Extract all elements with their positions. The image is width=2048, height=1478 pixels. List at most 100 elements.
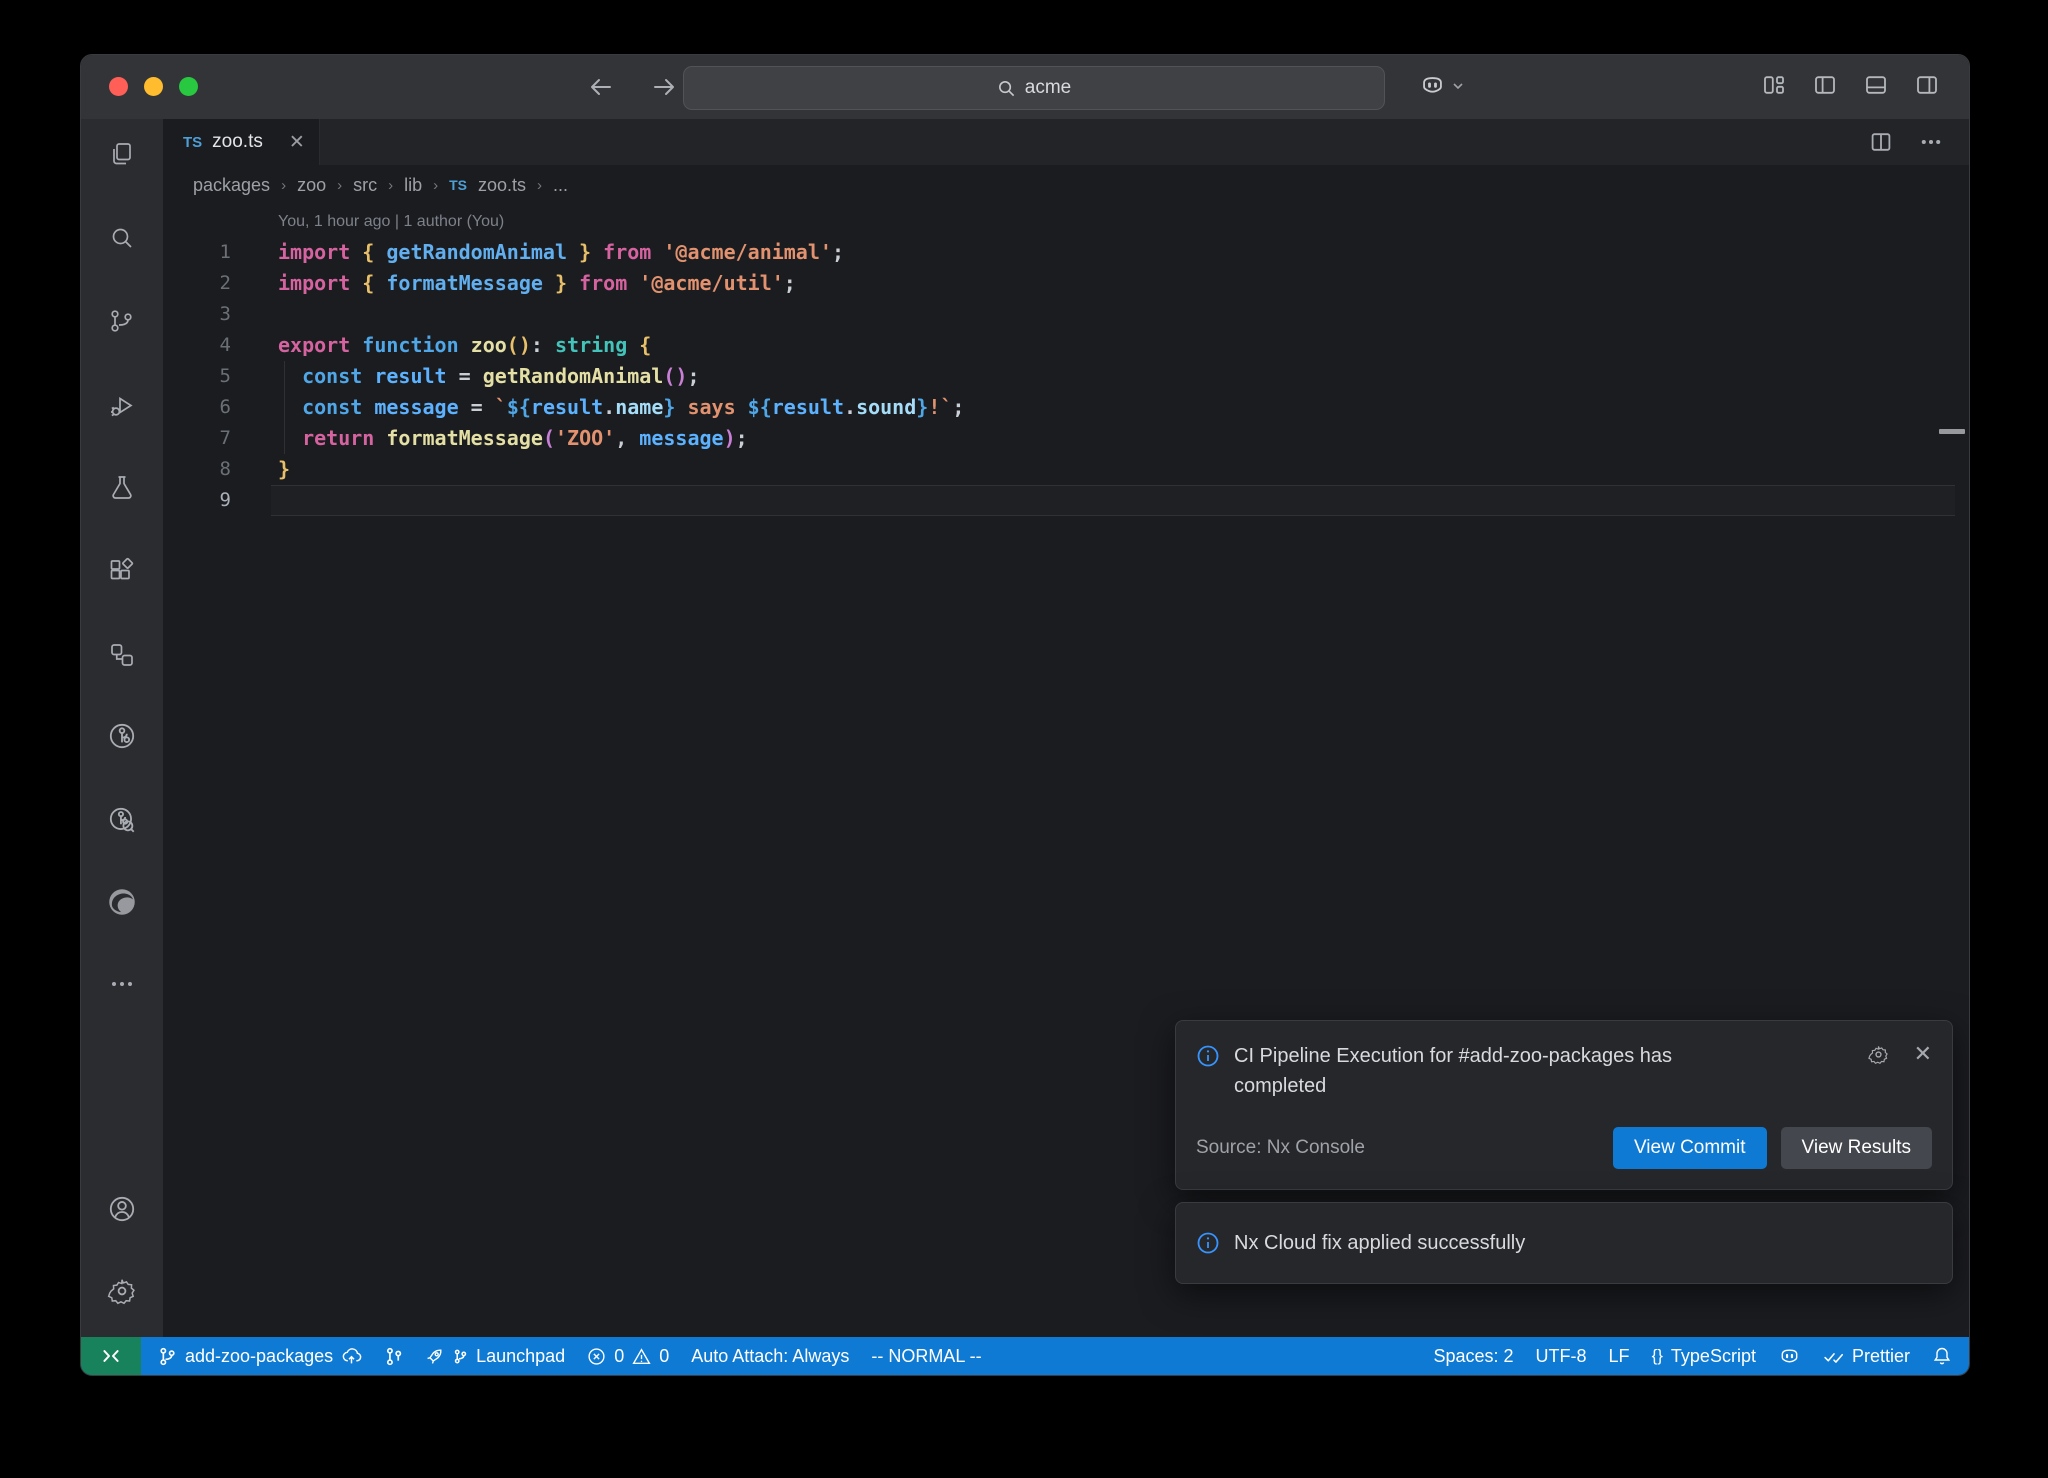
gear-icon[interactable] bbox=[1867, 1043, 1890, 1066]
more-actions-icon[interactable] bbox=[1919, 130, 1943, 154]
git-blame-annotation: You, 1 hour ago | 1 author (You) bbox=[163, 207, 1969, 237]
line-number: 8 bbox=[163, 454, 231, 485]
remote-targets-icon[interactable] bbox=[102, 635, 142, 675]
branch-name: add-zoo-packages bbox=[185, 1346, 333, 1367]
chevron-right-icon: › bbox=[337, 177, 342, 194]
breadcrumb-segment[interactable]: lib bbox=[404, 175, 422, 196]
vim-mode-item[interactable]: -- NORMAL -- bbox=[860, 1337, 992, 1375]
gitlens-inspect-icon[interactable] bbox=[102, 800, 142, 840]
search-icon[interactable] bbox=[102, 219, 142, 259]
back-arrow-icon[interactable] bbox=[586, 72, 616, 102]
main-area: TS zoo.ts ✕ packages › zoo › src › bbox=[81, 119, 1969, 1337]
remote-indicator[interactable] bbox=[81, 1337, 141, 1375]
customize-layout-icon[interactable] bbox=[1762, 73, 1786, 97]
git-branch-icon bbox=[158, 1347, 177, 1366]
info-icon bbox=[1196, 1231, 1220, 1255]
git-commit-graph-icon bbox=[384, 1347, 403, 1366]
testing-icon[interactable] bbox=[102, 468, 142, 508]
chevron-right-icon: › bbox=[281, 177, 286, 194]
git-branch-icon bbox=[453, 1349, 468, 1364]
run-debug-icon[interactable] bbox=[102, 386, 142, 426]
view-commit-button[interactable]: View Commit bbox=[1613, 1127, 1767, 1169]
minimize-window-button[interactable] bbox=[144, 77, 163, 96]
breadcrumb-file[interactable]: zoo.ts bbox=[478, 175, 526, 196]
branch-status-item[interactable]: add-zoo-packages bbox=[147, 1337, 373, 1375]
breadcrumb-segment[interactable]: src bbox=[353, 175, 377, 196]
copilot-status-item[interactable] bbox=[1767, 1337, 1812, 1375]
auto-attach-item[interactable]: Auto Attach: Always bbox=[680, 1337, 860, 1375]
close-icon[interactable]: ✕ bbox=[289, 131, 305, 154]
warning-icon bbox=[632, 1347, 651, 1366]
files-icon[interactable] bbox=[102, 135, 142, 175]
line-number: 5 bbox=[163, 361, 231, 392]
source-control-icon[interactable] bbox=[102, 301, 142, 341]
notification-title: CI Pipeline Execution for #add-zoo-packa… bbox=[1234, 1041, 1754, 1101]
toggle-panel-icon[interactable] bbox=[1864, 73, 1888, 97]
line-number: 2 bbox=[163, 268, 231, 299]
language-label: TypeScript bbox=[1671, 1346, 1756, 1367]
code-lines: 1import { getRandomAnimal } from '@acme/… bbox=[163, 237, 1969, 516]
notification-toast: CI Pipeline Execution for #add-zoo-packa… bbox=[1175, 1020, 1953, 1190]
settings-gear-icon[interactable] bbox=[102, 1271, 142, 1311]
eol-item[interactable]: LF bbox=[1598, 1337, 1641, 1375]
screenshot-root: acme bbox=[0, 0, 2048, 1478]
code-line: 3 bbox=[163, 299, 1969, 330]
indentation-item[interactable]: Spaces: 2 bbox=[1422, 1337, 1524, 1375]
more-views-icon[interactable] bbox=[102, 964, 142, 1004]
search-text: acme bbox=[1025, 77, 1071, 99]
double-check-icon bbox=[1823, 1346, 1844, 1367]
tab-zoo-ts[interactable]: TS zoo.ts ✕ bbox=[163, 119, 320, 165]
typescript-file-icon: TS bbox=[449, 177, 467, 193]
forward-arrow-icon[interactable] bbox=[649, 72, 679, 102]
copilot-menu-button[interactable] bbox=[1419, 72, 1465, 99]
line-number: 4 bbox=[163, 330, 231, 361]
activity-bar bbox=[81, 119, 163, 1337]
launchpad-item[interactable]: Launchpad bbox=[414, 1337, 576, 1375]
code-line: 2import { formatMessage } from '@acme/ut… bbox=[163, 268, 1969, 299]
commit-graph-item[interactable] bbox=[373, 1337, 414, 1375]
view-results-button[interactable]: View Results bbox=[1781, 1127, 1932, 1169]
notification-source: Source: Nx Console bbox=[1196, 1137, 1365, 1159]
window-controls bbox=[109, 77, 198, 96]
code-line: 1import { getRandomAnimal } from '@acme/… bbox=[163, 237, 1969, 268]
overview-ruler-mark bbox=[1939, 429, 1965, 434]
notification-toast: Nx Cloud fix applied successfully bbox=[1175, 1202, 1953, 1284]
line-number: 7 bbox=[163, 423, 231, 454]
extensions-icon[interactable] bbox=[102, 552, 142, 592]
breadcrumb-segment[interactable]: packages bbox=[193, 175, 270, 196]
line-number: 9 bbox=[163, 485, 231, 516]
toggle-sidebar-icon[interactable] bbox=[1813, 73, 1837, 97]
error-count: 0 bbox=[614, 1346, 624, 1367]
toggle-secondary-sidebar-icon[interactable] bbox=[1915, 73, 1939, 97]
remote-icon bbox=[100, 1345, 122, 1367]
encoding-item[interactable]: UTF-8 bbox=[1525, 1337, 1598, 1375]
titlebar: acme bbox=[81, 55, 1969, 119]
notifications-bell-item[interactable] bbox=[1921, 1337, 1963, 1375]
problems-item[interactable]: 0 0 bbox=[576, 1337, 680, 1375]
current-line-highlight bbox=[271, 485, 1955, 516]
account-icon[interactable] bbox=[102, 1189, 142, 1229]
language-mode-item[interactable]: {} TypeScript bbox=[1641, 1337, 1767, 1375]
split-editor-icon[interactable] bbox=[1869, 130, 1893, 154]
breadcrumb-segment[interactable]: zoo bbox=[297, 175, 326, 196]
breadcrumb-overflow[interactable]: ... bbox=[553, 175, 568, 196]
close-icon[interactable]: ✕ bbox=[1914, 1041, 1932, 1067]
braces-icon: {} bbox=[1652, 1346, 1663, 1366]
copilot-icon bbox=[1419, 72, 1446, 99]
chevron-right-icon: › bbox=[388, 177, 393, 194]
layout-controls bbox=[1762, 73, 1939, 97]
info-icon bbox=[1196, 1044, 1220, 1068]
formatter-item[interactable]: Prettier bbox=[1812, 1337, 1921, 1375]
cloud-upload-icon bbox=[341, 1346, 362, 1367]
command-center-search[interactable]: acme bbox=[683, 66, 1385, 110]
zoom-window-button[interactable] bbox=[179, 77, 198, 96]
spaces-label: Spaces: 2 bbox=[1433, 1346, 1513, 1367]
typescript-file-icon: TS bbox=[183, 134, 202, 151]
edge-browser-icon[interactable] bbox=[102, 882, 142, 922]
gitlens-icon[interactable] bbox=[102, 716, 142, 756]
notification-title: Nx Cloud fix applied successfully bbox=[1234, 1228, 1525, 1258]
code-line: 8} bbox=[163, 454, 1969, 485]
editor-actions bbox=[1869, 119, 1943, 165]
close-window-button[interactable] bbox=[109, 77, 128, 96]
vscode-window: acme bbox=[80, 54, 1970, 1376]
